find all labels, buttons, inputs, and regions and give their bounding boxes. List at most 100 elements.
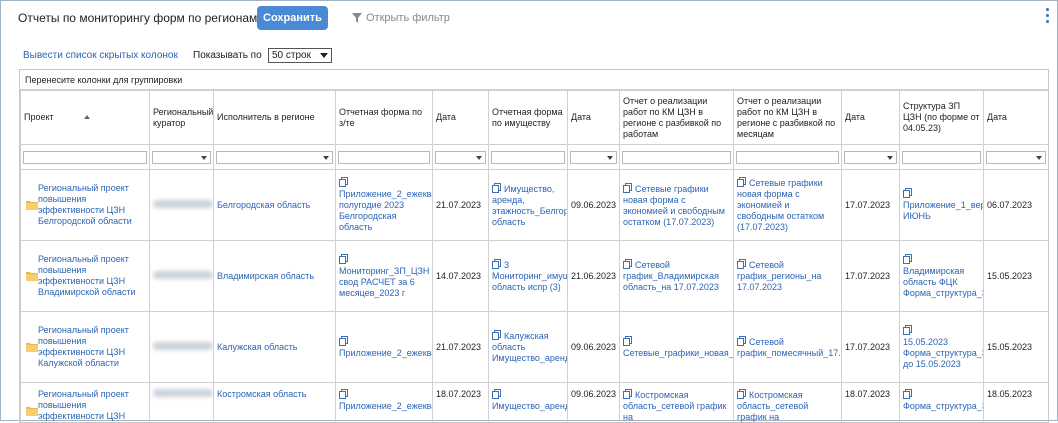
col-header-project[interactable]: Проект [21,91,150,145]
structure-link[interactable]: Приложение_1_верификация_мониторинг_ЗП_Ц… [903,200,984,221]
col-header-form-zte[interactable]: Отчетная форма по з/те [336,91,433,145]
date-cell: 09.06.2023 [568,383,620,423]
report-works-link[interactable]: Костромская область_сетевой график на 17… [623,390,726,423]
form-zte-link[interactable]: Приложение_2_ежеквартальная_инфо_ЗП_ЦЗН_… [339,401,433,411]
filter-input-form-zte[interactable] [338,151,430,164]
chevron-down-icon [320,53,328,58]
document-icon [339,336,348,346]
col-header-date4[interactable]: Дата [984,91,1049,145]
date-cell: 15.05.2023 [984,241,1049,312]
region-link[interactable]: Белгородская область [217,200,310,210]
document-icon [737,336,746,346]
filter-select-date4[interactable] [986,151,1046,164]
report-months-link[interactable]: Сетевые графики новая форма с экономией … [737,178,824,232]
col-header-report-months[interactable]: Отчет о реализации работ по КМ ЦЗН в рег… [734,91,842,145]
curator-name-redacted [153,389,213,397]
filter-input-report-works[interactable] [622,151,731,164]
col-header-region[interactable]: Исполнитель в регионе [214,91,336,145]
region-link[interactable]: Костромская область [217,389,306,399]
document-icon [903,188,912,198]
document-icon [903,389,912,399]
report-works-link[interactable]: Сетевой график_Владимирская область_на 1… [623,260,719,292]
form-zte-link[interactable]: Приложение_2_ежеквартальная_инфо_ЗП_ЦЗН_… [339,189,433,232]
date-cell: 15.05.2023 [984,312,1049,383]
document-icon [903,325,912,335]
document-icon [339,254,348,264]
region-link[interactable]: Калужская область [217,342,297,352]
document-icon [492,183,501,193]
page-size-label: Показывать по [193,50,262,61]
page-header: Отчеты по мониторингу форм по регионам С… [0,0,1056,38]
form-zte-link[interactable]: Приложение_2_ежеквартальная_инфо_ЗП_ЦЗН2… [339,348,433,358]
region-link[interactable]: Владимирская область [217,271,314,281]
filter-select-date2[interactable] [570,151,617,164]
form-property-link[interactable]: Имущество, аренда, этажность_Белгородска… [492,184,568,227]
document-icon [623,389,632,399]
col-header-date2[interactable]: Дата [568,91,620,145]
project-link[interactable]: Региональный проект повышения эффективно… [38,389,129,423]
date-cell: 17.07.2023 [842,170,900,241]
open-filter-button[interactable]: Открыть фильтр [352,12,450,24]
col-header-date1[interactable]: Дата [433,91,489,145]
form-zte-link[interactable]: Мониторинг_ЗП_ЦЗН свод РАСЧЕТ за 6 месяц… [339,266,429,298]
structure-link[interactable]: Форма_структура_ЗП_ЦЗН_Костромская [903,401,984,411]
date-cell: 14.07.2023 [433,241,489,312]
date-cell: 09.06.2023 [568,170,620,241]
report-works-link[interactable]: Сетевые графики новая форма с экономией … [623,184,725,227]
col-header-date3[interactable]: Дата [842,91,900,145]
project-link[interactable]: Региональный проект повышения эффективно… [38,183,132,226]
group-drop-zone[interactable]: Перенесите колонки для группировки [20,70,1048,90]
report-months-link[interactable]: Сетевой график_регионы_на 17.07.2023 [737,260,821,292]
filter-row [21,145,1049,170]
date-cell: 21.06.2023 [568,241,620,312]
form-property-link[interactable]: 3 Мониторинг_имущество_Владимирская обла… [492,260,568,292]
document-icon [737,259,746,269]
page-size-select[interactable]: 50 строк [268,48,332,63]
document-icon [339,389,348,399]
structure-link[interactable]: Владимирская область ФЦК Форма_структура… [903,266,984,298]
sort-asc-icon[interactable] [84,115,90,119]
col-header-curator[interactable]: Региональный куратор [150,91,214,145]
date-cell: 18.07.2023 [433,383,489,423]
filter-input-structure[interactable] [902,151,981,164]
form-property-link[interactable]: Калужская область Имущество_аренда_этажн… [492,331,568,363]
form-property-link[interactable]: Имущество_аренда_этажность_09.06.2023_Ко… [492,401,568,411]
page-size-value: 50 строк [272,50,311,61]
project-link[interactable]: Региональный проект повышения эффективно… [38,254,136,297]
col-header-report-works[interactable]: Отчет о реализации работ по КМ ЦЗН в рег… [620,91,734,145]
folder-icon [26,342,38,352]
filter-input-project[interactable] [23,151,147,164]
reports-table: Проект Региональный куратор Исполнитель … [20,90,1049,423]
col-header-label: Проект [24,112,54,122]
date-cell: 21.07.2023 [433,170,489,241]
table-row: Региональный проект повышения эффективно… [21,383,1049,423]
folder-icon [26,271,38,281]
report-works-link[interactable]: Сетевые_графики_новая_форма_с_экономией_… [623,348,734,358]
filter-input-report-months[interactable] [736,151,839,164]
report-months-link[interactable]: Костромская область_сетевой график на 17… [737,390,817,423]
page-title: Отчеты по мониторингу форм по регионам [18,11,257,25]
more-menu-icon[interactable] [1046,8,1050,28]
filter-select-region[interactable] [216,151,333,164]
document-icon [903,254,912,264]
folder-icon [26,200,38,210]
document-icon [492,389,501,399]
date-cell: 17.07.2023 [842,312,900,383]
col-header-structure[interactable]: Структура ЗП ЦЗН (по форме от 04.05.23) [900,91,984,145]
filter-select-date1[interactable] [435,151,486,164]
table-row: Региональный проект повышения эффективно… [21,241,1049,312]
filter-select-curator[interactable] [152,151,211,164]
filter-input-form-property[interactable] [491,151,565,164]
reports-grid: Перенесите колонки для группировки Проек… [19,69,1049,423]
date-cell: 17.07.2023 [842,241,900,312]
col-header-form-property[interactable]: Отчетная форма по имуществу [489,91,568,145]
structure-link[interactable]: 15.05.2023 Форма_структура_ЗП_ЦЗН до 15.… [903,337,984,369]
project-link[interactable]: Региональный проект повышения эффективно… [38,325,129,368]
filter-select-date3[interactable] [844,151,897,164]
document-icon [737,177,746,187]
save-button[interactable]: Сохранить [257,6,328,30]
hidden-columns-link[interactable]: Вывести список скрытых колонок [23,50,178,61]
open-filter-label: Открыть фильтр [366,12,450,24]
header-row: Проект Региональный куратор Исполнитель … [21,91,1049,145]
report-months-link[interactable]: Сетевой график_помесячный_17.07.2023.xls… [737,337,842,358]
